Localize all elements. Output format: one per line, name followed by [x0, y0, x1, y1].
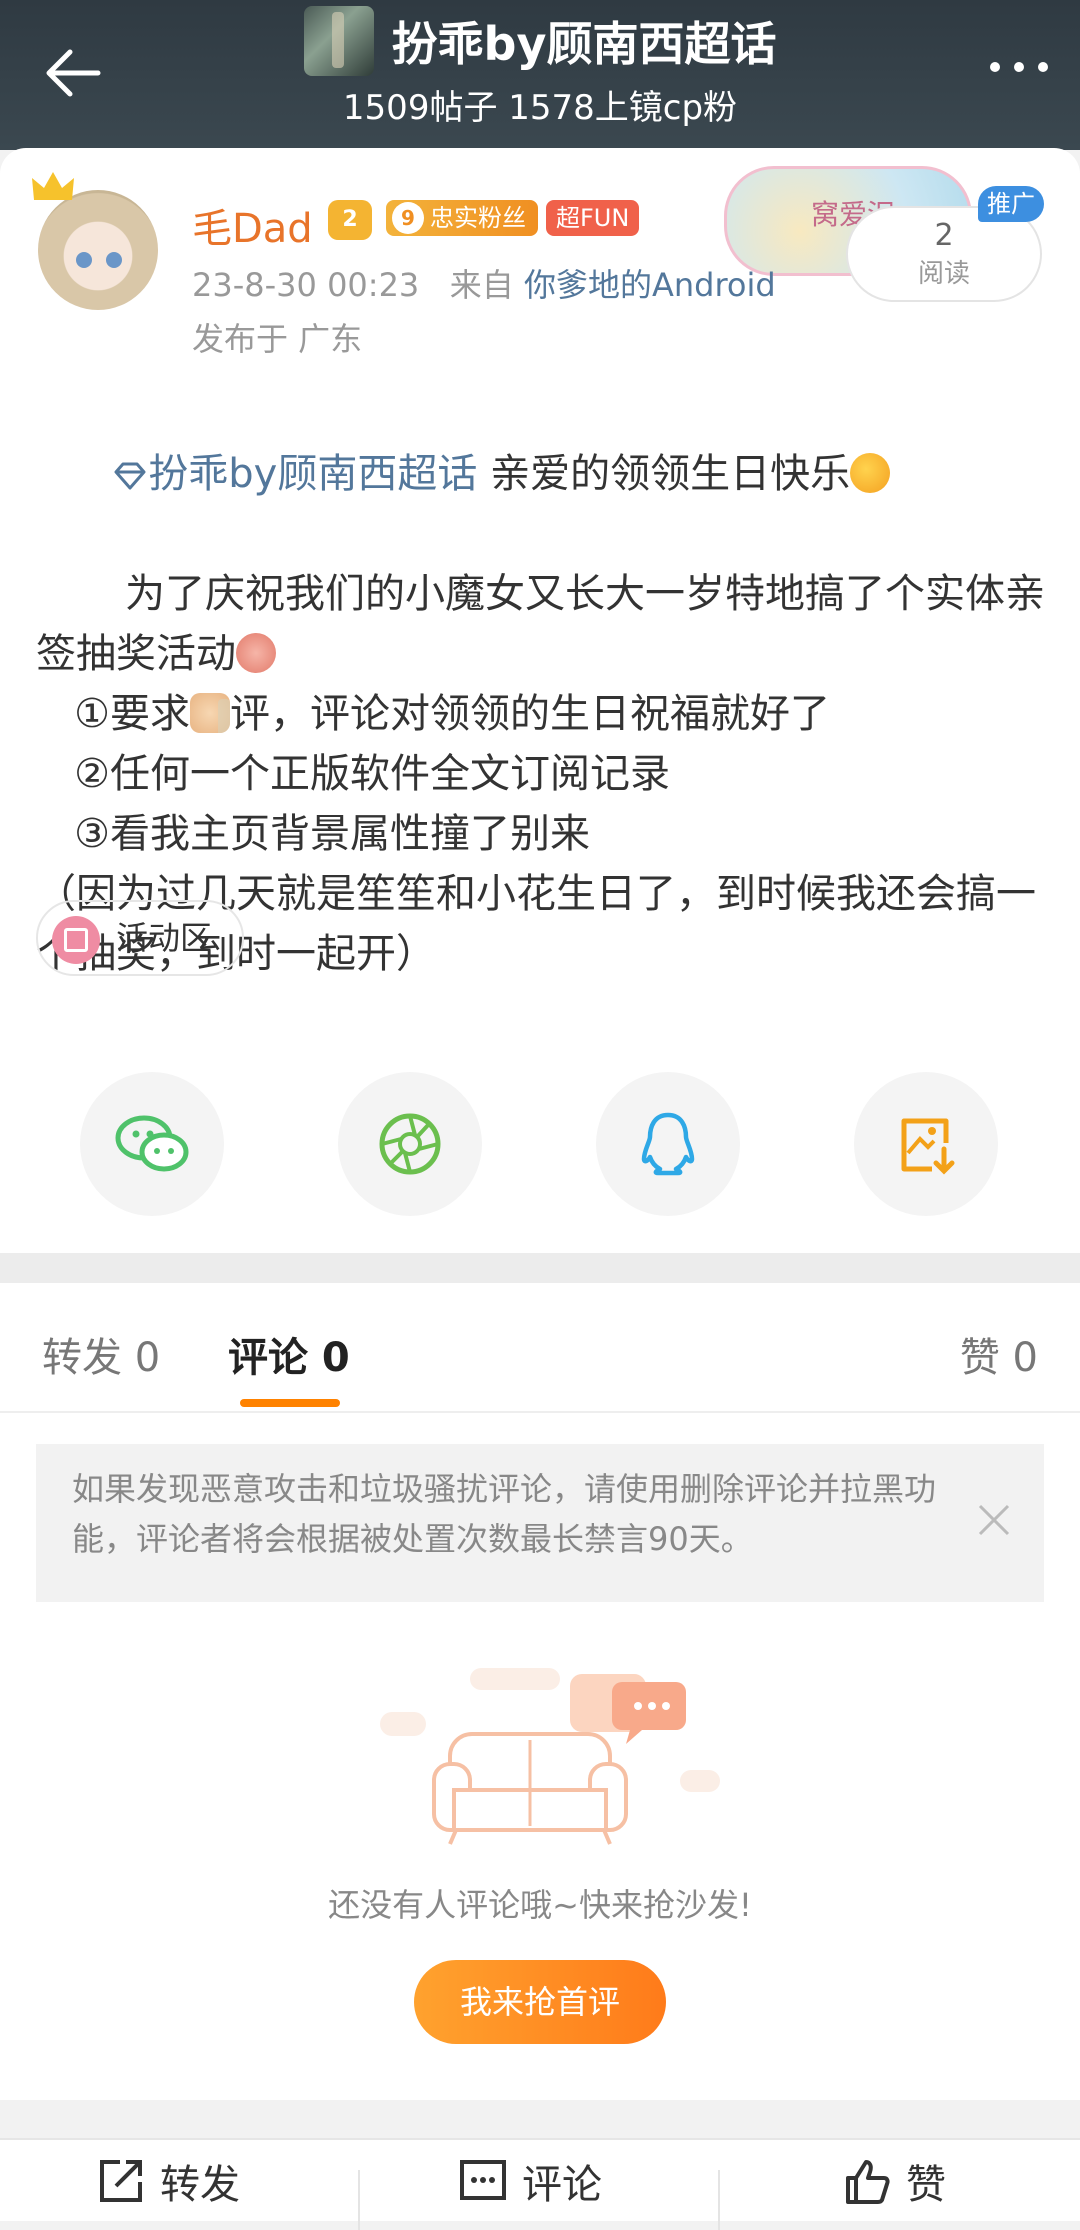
share-moments-button[interactable]: [338, 1072, 482, 1216]
post-line: ③看我主页背景属性撞了别来: [36, 811, 591, 857]
crown-icon: [32, 172, 74, 200]
more-options-icon[interactable]: [990, 62, 1048, 72]
notice-text: 如果发现恶意攻击和垃圾骚扰评论，请使用删除评论并拉黑功能，评论者将会根据被处置次…: [72, 1470, 937, 1558]
top-bar: 扮乖by顾南西超话 1509帖子 1578上镜cp粉: [0, 0, 1080, 150]
author-name[interactable]: 毛Dad: [192, 196, 313, 254]
read-count: 2: [934, 218, 954, 253]
qq-icon: [641, 1112, 695, 1176]
thumbs-up-emoji-icon: [190, 693, 231, 733]
post-location: 发布于 广东: [192, 320, 363, 358]
divider: [718, 2170, 720, 2230]
supertopic-thumbnail[interactable]: [303, 6, 374, 76]
activity-zone-chip[interactable]: 活动区: [36, 900, 245, 976]
section-divider: [0, 1253, 1080, 1283]
post-line: ②任何一个正版软件全文订阅记录: [36, 751, 671, 797]
save-image-button[interactable]: [854, 1072, 998, 1216]
post-card: 毛Dad 2 9 忠实粉丝 超FUN 窝爱泥 2 阅读 推广 23-8-30 0…: [0, 148, 1080, 1253]
empty-sofa-illustration: [380, 1668, 720, 1845]
fun-badge[interactable]: 超FUN: [546, 200, 640, 236]
empty-comments-text: 还没有人评论哦~快来抢沙发!: [328, 1886, 752, 1924]
bottom-like-button[interactable]: 赞: [842, 2152, 946, 2210]
supertopic-diamond-icon: [114, 462, 146, 490]
activity-zone-icon: [52, 916, 100, 964]
avatar[interactable]: [38, 190, 158, 310]
header-subtitle: 1509帖子 1578上镜cp粉: [342, 88, 738, 128]
from-label: 来自: [449, 266, 514, 304]
tab-comment[interactable]: 评论 0: [228, 1325, 350, 1383]
save-image-icon: [901, 1118, 955, 1175]
share-qq-button[interactable]: [596, 1072, 740, 1216]
post-time: 23-8-30 00:23: [192, 266, 420, 304]
first-comment-button[interactable]: 我来抢首评: [414, 1960, 666, 2044]
comment-notice: 如果发现恶意攻击和垃圾骚扰评论，请使用删除评论并拉黑功能，评论者将会根据被处置次…: [36, 1444, 1044, 1602]
level-badge[interactable]: 2: [328, 200, 372, 240]
bottom-action-bar: 转发 评论 赞: [0, 2138, 1080, 2230]
post-meta: 23-8-30 00:23 来自 你爹地的Android: [192, 260, 776, 306]
share-wechat-button[interactable]: [80, 1072, 224, 1216]
comment-icon: [460, 2160, 506, 2200]
topic-link[interactable]: 扮乖by顾南西超话: [148, 451, 477, 497]
fan-badge[interactable]: 9 忠实粉丝: [386, 200, 538, 236]
bottom-repost-button[interactable]: 转发: [96, 2152, 240, 2210]
header-title: 扮乖by顾南西超话: [391, 17, 777, 71]
active-tab-indicator: [240, 1399, 340, 1407]
read-label: 阅读: [917, 259, 970, 289]
moments-icon: [379, 1113, 441, 1175]
divider: [358, 2170, 360, 2230]
promotion-tag: 推广: [978, 186, 1044, 222]
repost-icon: [100, 2160, 142, 2202]
tab-repost[interactable]: 转发 0: [42, 1325, 160, 1383]
kiss-emoji-icon: [850, 453, 891, 493]
header-center[interactable]: 扮乖by顾南西超话 1509帖子 1578上镜cp粉: [0, 0, 1080, 129]
wechat-icon: [115, 1115, 189, 1172]
close-icon[interactable]: [974, 1500, 1014, 1540]
interaction-tabs: 转发 0 评论 0 赞 0: [0, 1283, 1080, 1413]
pleading-emoji-icon: [236, 633, 276, 673]
fan-level-icon: 9: [392, 202, 424, 234]
like-thumb-icon: [846, 2160, 890, 2204]
source-link[interactable]: 你爹地的Android: [524, 266, 776, 304]
bottom-comment-button[interactable]: 评论: [458, 2152, 602, 2210]
post-body: 扮乖by顾南西超话 亲爱的领领生日快乐 为了庆祝我们的小魔女又长大一岁特地搞了个…: [36, 384, 1046, 984]
tab-like[interactable]: 赞 0: [960, 1325, 1038, 1383]
